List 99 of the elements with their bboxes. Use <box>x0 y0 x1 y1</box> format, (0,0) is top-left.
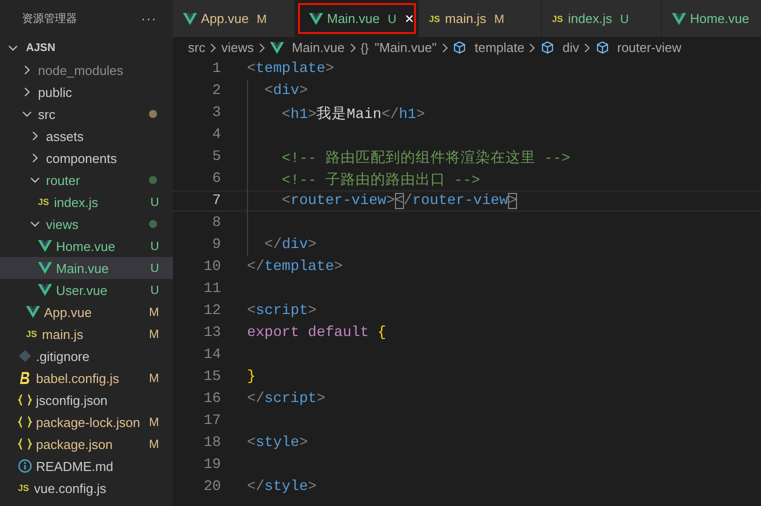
js-icon: JS <box>18 483 30 493</box>
editor-tab[interactable]: Home.vue <box>662 0 761 37</box>
info-icon <box>18 459 32 473</box>
tree-item[interactable]: README.md <box>0 455 173 477</box>
chevron-right-icon <box>583 42 592 52</box>
line-number: 1 <box>211 61 221 77</box>
braces-icon: {} <box>360 40 369 54</box>
tree-item[interactable]: Home.vue U <box>0 235 173 257</box>
v-logo-icon <box>270 40 284 54</box>
code-line: <script> <box>247 303 317 319</box>
line-number: 6 <box>211 171 221 187</box>
code-line: } <box>247 369 256 385</box>
line-number: 10 <box>202 259 221 275</box>
js-icon: JS <box>552 14 564 24</box>
breadcrumb-item[interactable]: src <box>188 40 206 55</box>
line-number: 20 <box>202 479 221 495</box>
chevron-right-icon <box>209 42 218 52</box>
tree-item[interactable]: public <box>0 81 173 103</box>
line-number: 7 <box>211 193 221 209</box>
line-number: 2 <box>211 83 221 99</box>
tree-item[interactable]: jsconfig.json <box>0 389 173 411</box>
chevron-right-icon <box>258 42 266 52</box>
v-logo-icon <box>26 305 40 319</box>
tree-item[interactable]: JS index.js U <box>0 191 173 213</box>
code-line: <template> <box>247 61 334 77</box>
code-line: </template> <box>247 259 343 275</box>
editor-tab[interactable]: App.vue M <box>173 0 295 37</box>
more-actions-button[interactable]: ··· <box>141 11 157 26</box>
code-line: </script> <box>247 391 326 407</box>
breadcrumb-item[interactable]: router-view <box>617 40 682 55</box>
tree-item[interactable]: User.vue U <box>0 279 173 301</box>
braces-icon <box>18 415 32 429</box>
line-number: 3 <box>211 105 221 121</box>
line-number: 8 <box>211 215 221 231</box>
line-number: 19 <box>202 457 221 473</box>
breadcrumb-item[interactable]: Main.vue <box>292 40 345 55</box>
code-line: <h1>我是Main</h1> <box>280 105 425 122</box>
tree-item[interactable]: babel.config.js M <box>0 367 173 389</box>
tree-item[interactable]: .gitignore <box>0 345 173 367</box>
braces-icon <box>18 393 32 407</box>
tree-item[interactable]: router <box>0 169 173 191</box>
editor-tab[interactable]: JS index.js U <box>542 0 662 37</box>
code-line: <!-- 路由匹配到的组件将渲染在这里 --> <box>280 148 570 166</box>
breadcrumb-item[interactable]: "Main.vue" <box>374 40 437 55</box>
line-number: 17 <box>202 413 221 429</box>
project-header[interactable]: AJSN <box>0 37 173 59</box>
tree-item[interactable]: views <box>0 213 173 235</box>
editor-tab[interactable]: JS main.js M <box>419 0 542 37</box>
chevron-right-icon <box>348 42 357 52</box>
cube-icon <box>452 40 467 54</box>
v-logo-icon <box>672 12 686 26</box>
line-number: 18 <box>202 435 221 451</box>
cube-icon <box>595 40 610 54</box>
tree-item[interactable]: assets <box>0 125 173 147</box>
code-line: </style> <box>247 479 317 495</box>
line-number: 13 <box>202 325 221 341</box>
braces-icon <box>18 437 32 451</box>
v-logo-icon <box>309 12 323 26</box>
v-logo-icon <box>38 283 52 297</box>
breadcrumb-item[interactable]: views <box>221 40 254 55</box>
code-line: <router-view></router-view> <box>280 193 517 209</box>
breadcrumb-item[interactable]: div <box>562 40 580 55</box>
chevron-right-icon <box>528 42 536 52</box>
line-number: 4 <box>211 127 221 143</box>
line-number: 5 <box>211 149 221 165</box>
cube-icon <box>540 40 554 54</box>
tree-item[interactable]: package-lock.json M <box>0 411 173 433</box>
tree-item[interactable]: JS vue.config.js <box>0 477 173 499</box>
js-icon: JS <box>38 197 50 207</box>
tree-item[interactable]: components <box>0 147 173 169</box>
code-line: export default { <box>247 325 386 341</box>
breadcrumb-item[interactable]: template <box>474 40 524 55</box>
line-number: 16 <box>202 391 221 407</box>
line-number: 12 <box>202 303 221 319</box>
js-icon: JS <box>429 14 440 24</box>
tree-item[interactable]: package.json M <box>0 433 173 455</box>
tree-item[interactable]: src <box>0 103 173 125</box>
code-line: <!-- 子路由的路由出口 --> <box>280 171 480 188</box>
line-number: 14 <box>202 347 221 363</box>
v-logo-icon <box>38 261 52 275</box>
code-line: <div> <box>263 83 308 99</box>
code-line: </div> <box>263 237 317 253</box>
js-icon: JS <box>26 329 38 339</box>
tree-item[interactable]: node_modules <box>0 59 173 81</box>
line-number: 9 <box>211 237 221 253</box>
b-icon <box>18 371 32 385</box>
tree-item[interactable]: Main.vue U <box>0 257 173 279</box>
line-number: 15 <box>202 369 221 385</box>
diamond-icon <box>18 349 32 363</box>
line-number: 11 <box>202 281 221 297</box>
explorer-title: 资源管理器 <box>22 12 77 26</box>
close-icon[interactable]: ✕ <box>404 12 414 26</box>
tree-item[interactable]: App.vue M <box>0 301 173 323</box>
tree-item[interactable]: JS main.js M <box>0 323 173 345</box>
code-line: <style> <box>247 435 308 451</box>
v-logo-icon <box>183 12 197 26</box>
v-logo-icon <box>38 239 52 253</box>
chevron-right-icon <box>440 42 449 52</box>
editor-tab[interactable]: Main.vue U ✕ <box>295 0 419 37</box>
